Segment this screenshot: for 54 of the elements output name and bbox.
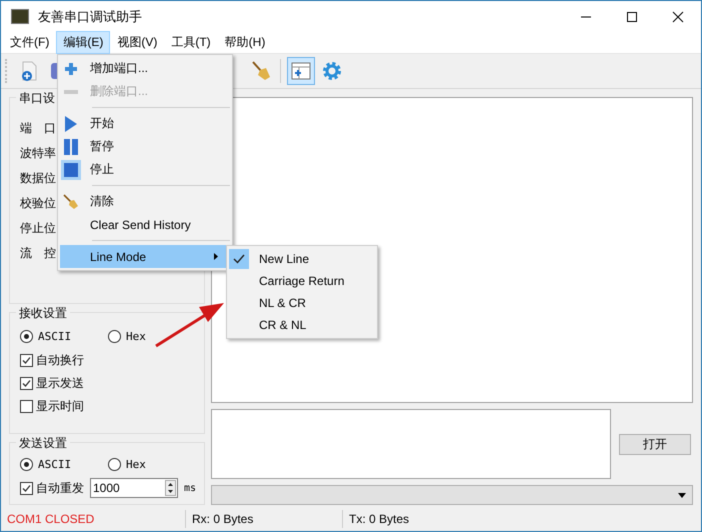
field-label: 数据位 xyxy=(20,170,56,187)
menu-item[interactable]: 文件(F) xyxy=(3,31,56,54)
menu-item[interactable]: New Line xyxy=(227,248,377,270)
dropdown-arrow-icon xyxy=(678,492,686,498)
checkmark-icon xyxy=(233,254,245,264)
menu-item[interactable]: NL & CR xyxy=(227,292,377,314)
field-label: 停止位 xyxy=(20,220,56,237)
checkbox[interactable]: 显示时间 xyxy=(20,396,196,416)
menu-item[interactable]: 编辑(E) xyxy=(56,31,110,54)
checkbox[interactable]: 自动重发 xyxy=(20,478,84,498)
menu-item[interactable]: Clear Send History xyxy=(60,213,230,236)
maximize-icon[interactable] xyxy=(626,10,638,22)
stop-icon xyxy=(61,160,81,180)
radio-button[interactable]: ASCII xyxy=(20,327,108,346)
checkmark-icon xyxy=(21,354,32,366)
menu-item[interactable]: Carriage Return xyxy=(227,270,377,292)
window-title: 友善串口调试助手 xyxy=(38,8,142,26)
interval-field[interactable]: 1000 xyxy=(90,478,178,498)
spinner-icon[interactable] xyxy=(164,480,176,496)
minus-icon xyxy=(64,90,78,94)
play-icon xyxy=(65,116,77,132)
plus-icon xyxy=(64,62,78,76)
close-icon[interactable] xyxy=(672,10,684,22)
field-label: 校验位 xyxy=(20,195,56,212)
open-button[interactable]: 打开 xyxy=(619,434,691,454)
window-icon[interactable] xyxy=(287,57,315,85)
menu-item[interactable]: 视图(V) xyxy=(110,31,164,54)
checkmark-icon xyxy=(21,378,32,389)
menu-item[interactable]: 清除 xyxy=(60,190,230,213)
menu-item[interactable]: 停止 xyxy=(60,158,230,181)
field-label: 端 口 xyxy=(20,120,56,137)
menu-item[interactable]: CR & NL xyxy=(227,314,377,336)
menu-item[interactable]: 开始 xyxy=(60,112,230,135)
field-label: 流 控 xyxy=(20,245,56,262)
menu-item[interactable]: 帮助(H) xyxy=(218,31,272,54)
menu-item[interactable]: 暂停 xyxy=(60,135,230,158)
checkmark-icon xyxy=(21,482,32,494)
send-area[interactable] xyxy=(211,409,611,479)
menu-item[interactable]: 增加端口... xyxy=(60,57,230,80)
checkbox[interactable]: 自动换行 xyxy=(20,350,196,370)
submenu-arrow-icon xyxy=(214,253,218,260)
port-status: COM1 CLOSED xyxy=(6,511,96,528)
broom-icon xyxy=(63,194,79,210)
menu-item[interactable]: 工具(T) xyxy=(164,31,218,54)
pause-icon xyxy=(64,138,78,154)
radio-button[interactable]: Hex xyxy=(108,455,196,473)
radio-button[interactable]: ASCII xyxy=(20,455,108,473)
rx-counter: Rx: 0 Bytes xyxy=(185,510,342,528)
app-icon xyxy=(11,9,29,24)
field-label: 波特率 xyxy=(20,145,56,162)
radio-button[interactable]: Hex xyxy=(108,327,196,346)
unit-label: ms xyxy=(184,482,196,494)
tx-counter: Tx: 0 Bytes xyxy=(342,510,529,528)
checkbox[interactable]: 显示发送 xyxy=(20,373,196,394)
